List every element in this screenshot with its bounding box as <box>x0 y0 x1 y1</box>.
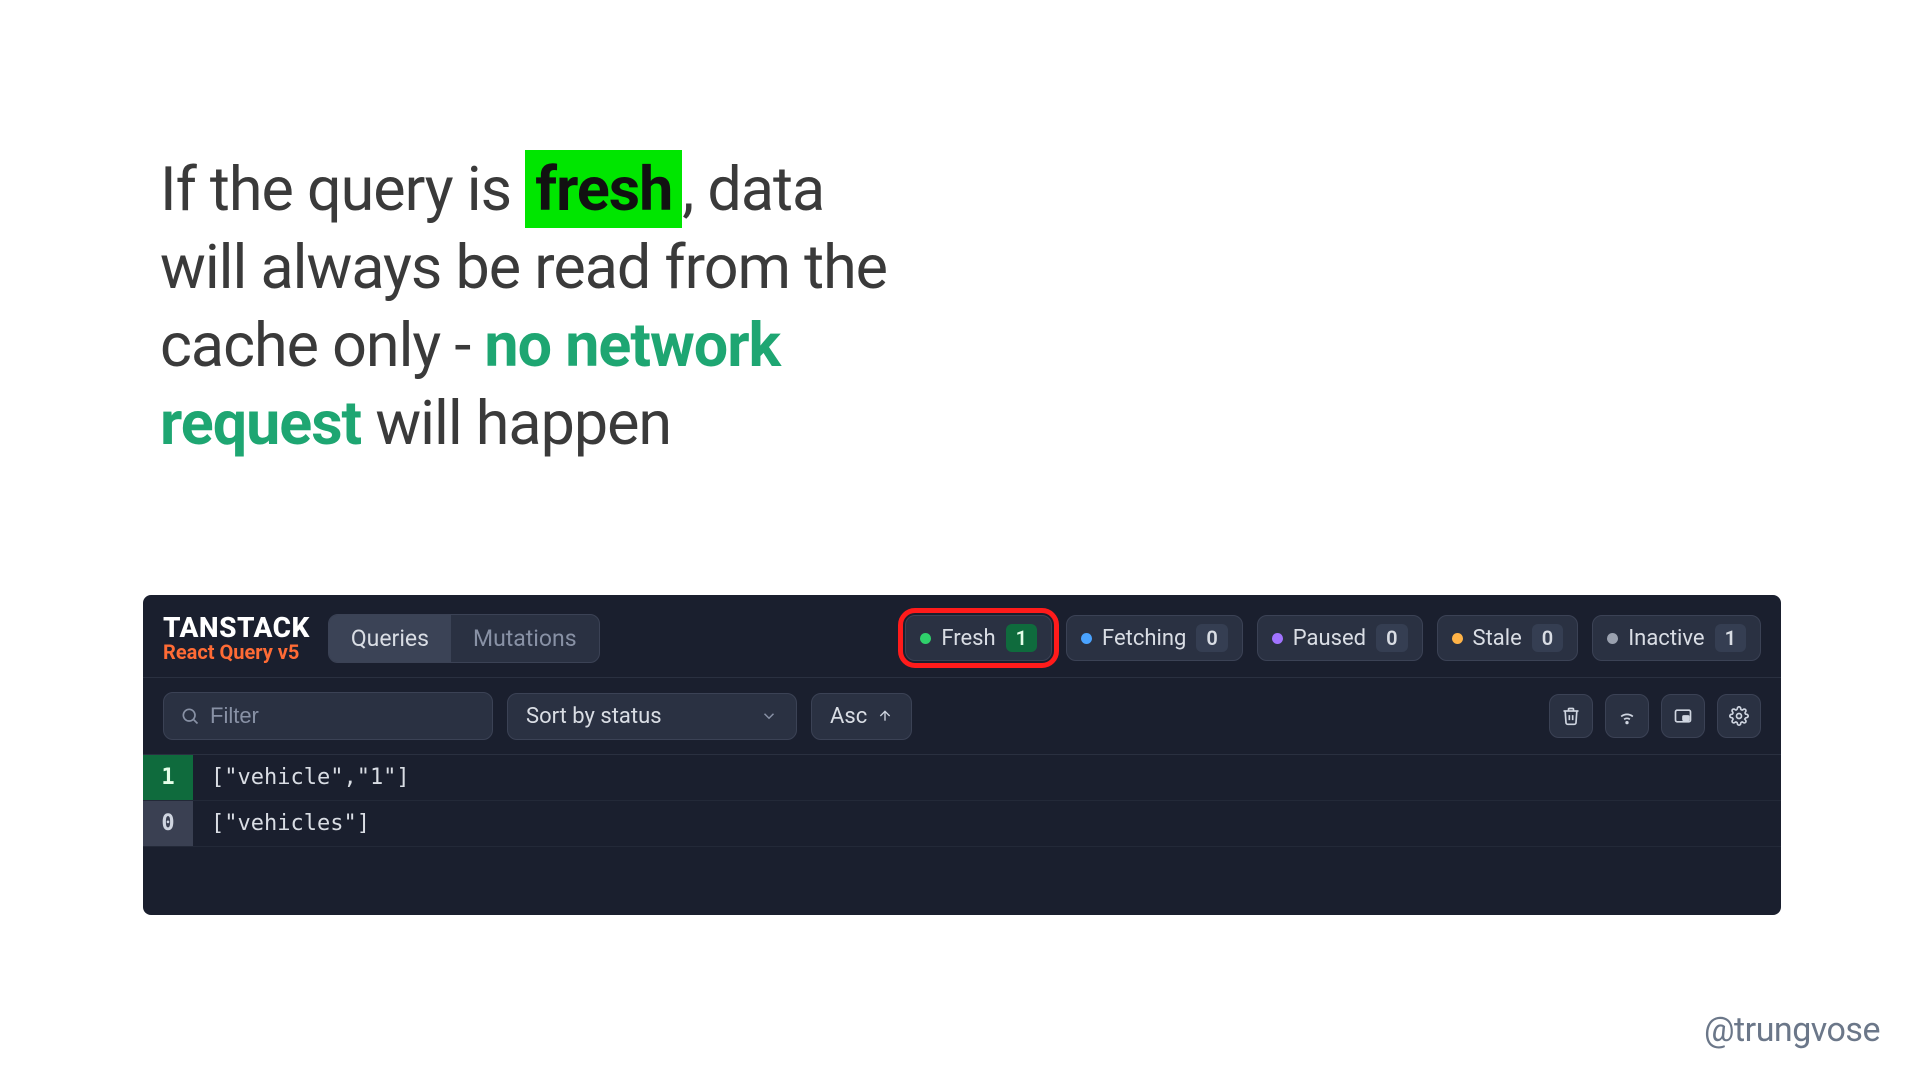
sort-dir-label: Asc <box>830 704 867 729</box>
status-count: 0 <box>1532 624 1563 652</box>
devtools-toolbar: Sort by status Asc <box>143 678 1781 755</box>
dot-fetching-icon <box>1081 633 1092 644</box>
status-count: 1 <box>1715 624 1746 652</box>
status-chip-fresh[interactable]: Fresh 1 <box>905 615 1052 661</box>
status-count: 1 <box>1006 624 1037 652</box>
author-handle: @trungvose <box>1704 1010 1880 1050</box>
query-key: ["vehicles"] <box>193 801 388 846</box>
headline-part1: If the query is <box>160 153 525 225</box>
offline-button[interactable] <box>1605 694 1649 738</box>
sort-select[interactable]: Sort by status <box>507 693 797 740</box>
dot-inactive-icon <box>1607 633 1618 644</box>
tab-queries[interactable]: Queries <box>329 615 451 662</box>
status-chip-paused[interactable]: Paused 0 <box>1257 615 1423 661</box>
dot-stale-icon <box>1452 633 1463 644</box>
chevron-down-icon <box>760 707 778 725</box>
arrow-up-icon <box>877 708 893 724</box>
brand-block: TANSTACK React Query v5 <box>163 613 310 663</box>
settings-button[interactable] <box>1717 694 1761 738</box>
filter-input-wrapper[interactable] <box>163 692 493 740</box>
headline-part3: will happen <box>361 387 671 459</box>
brand-subtitle: React Query v5 <box>163 642 310 663</box>
fresh-highlight-badge: fresh <box>525 150 682 228</box>
tab-mutations[interactable]: Mutations <box>451 615 599 662</box>
query-list: 1 ["vehicle","1"] 0 ["vehicles"] <box>143 755 1781 847</box>
toolbar-icon-buttons <box>1549 694 1761 738</box>
dot-paused-icon <box>1272 633 1283 644</box>
query-row[interactable]: 1 ["vehicle","1"] <box>143 755 1781 801</box>
status-label: Paused <box>1293 626 1366 651</box>
status-chip-row: Fresh 1 Fetching 0 Paused 0 Stale 0 Inac… <box>905 615 1761 661</box>
tab-group: Queries Mutations <box>328 614 600 663</box>
query-key: ["vehicle","1"] <box>193 755 428 800</box>
query-observer-count: 1 <box>143 755 193 800</box>
sort-label: Sort by status <box>526 704 662 729</box>
status-chip-fetching[interactable]: Fetching 0 <box>1066 615 1243 661</box>
status-count: 0 <box>1196 624 1227 652</box>
wifi-icon <box>1617 706 1637 726</box>
query-observer-count: 0 <box>143 801 193 846</box>
query-row[interactable]: 0 ["vehicles"] <box>143 801 1781 847</box>
devtools-panel: TANSTACK React Query v5 Queries Mutation… <box>143 595 1781 915</box>
status-count: 0 <box>1376 624 1407 652</box>
status-label: Stale <box>1473 626 1522 651</box>
pip-icon <box>1673 706 1693 726</box>
dot-fresh-icon <box>920 633 931 644</box>
devtools-header: TANSTACK React Query v5 Queries Mutation… <box>143 595 1781 678</box>
sort-direction-button[interactable]: Asc <box>811 693 912 740</box>
trash-icon <box>1561 706 1581 726</box>
clear-button[interactable] <box>1549 694 1593 738</box>
status-label: Fetching <box>1102 626 1186 651</box>
search-icon <box>180 706 200 726</box>
filter-input[interactable] <box>210 703 476 729</box>
brand-title: TANSTACK <box>163 613 310 642</box>
gear-icon <box>1729 706 1749 726</box>
status-chip-inactive[interactable]: Inactive 1 <box>1592 615 1761 661</box>
status-label: Inactive <box>1628 626 1704 651</box>
status-chip-stale[interactable]: Stale 0 <box>1437 615 1579 661</box>
picture-in-picture-button[interactable] <box>1661 694 1705 738</box>
headline-text: If the query is fresh, data will always … <box>160 150 900 462</box>
status-label: Fresh <box>941 626 995 651</box>
